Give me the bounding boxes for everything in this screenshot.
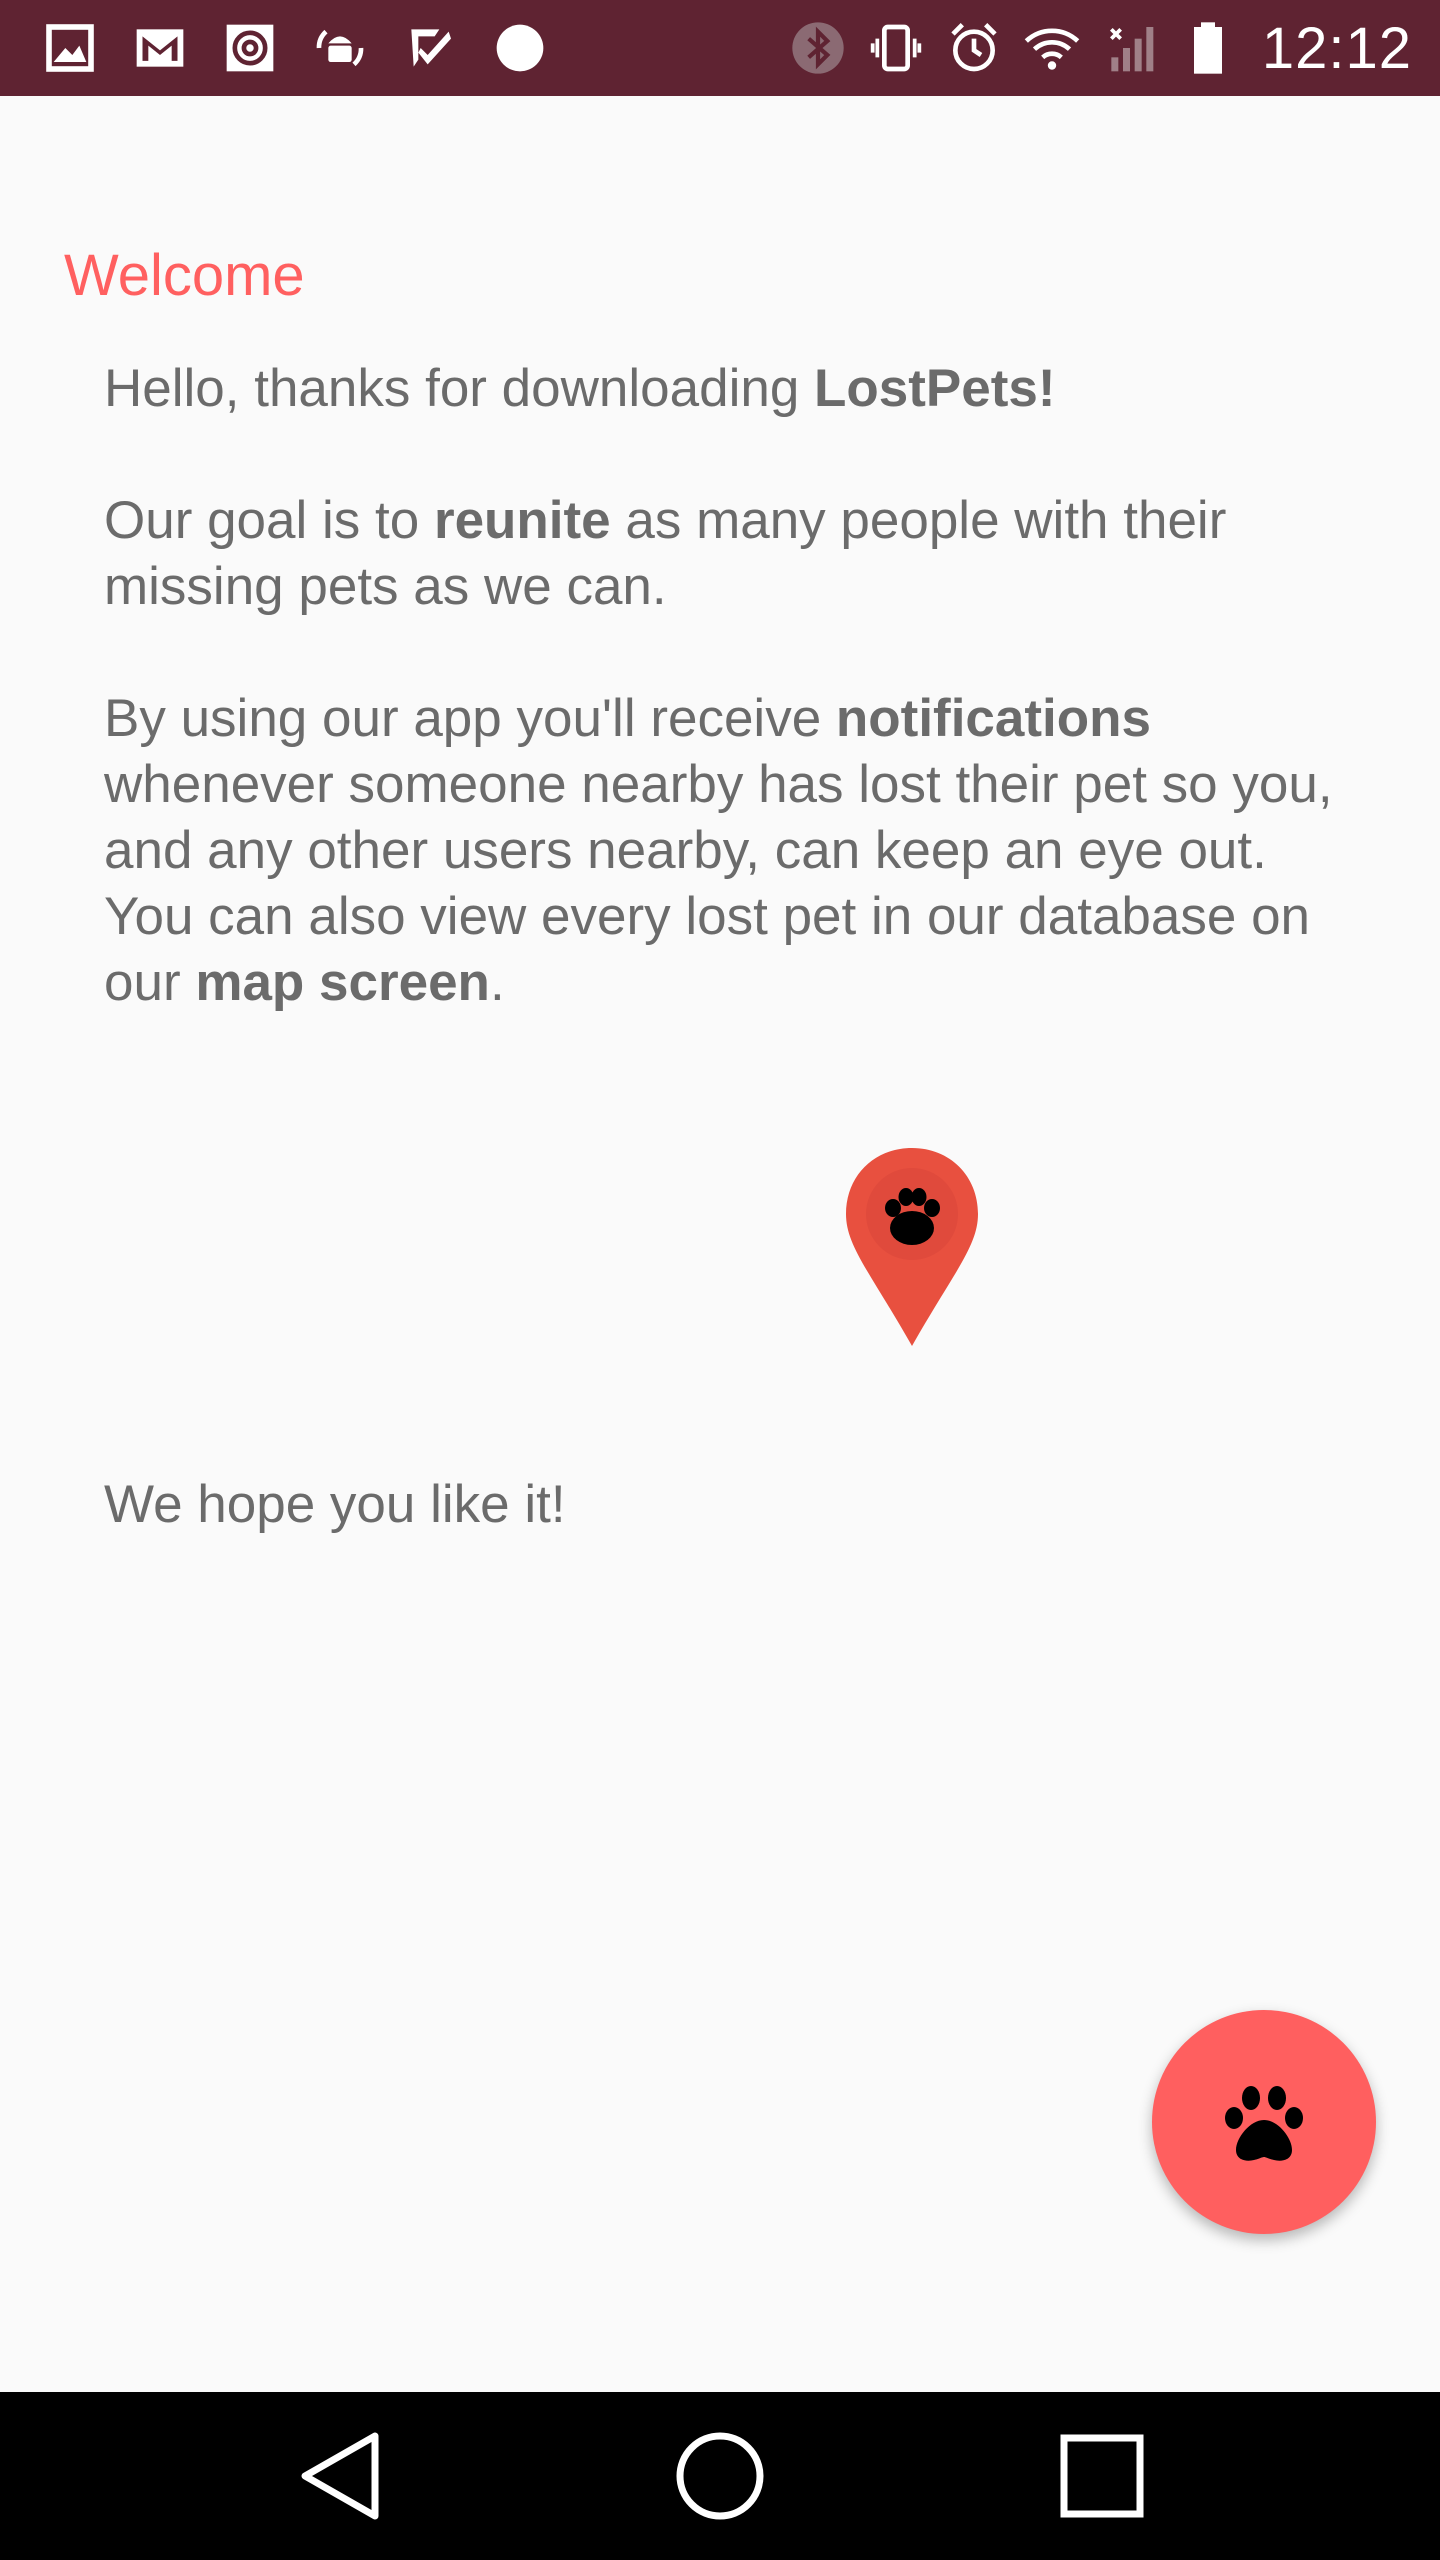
signal-icon: [1100, 18, 1160, 78]
intro-paragraph: Hello, thanks for downloading LostPets!: [104, 356, 1344, 422]
map-screen-bold: map screen: [195, 953, 490, 1012]
welcome-title: Welcome: [64, 243, 305, 308]
map-text-after: .: [489, 953, 505, 1012]
home-icon: [676, 2432, 764, 2520]
android-sync-icon: [310, 18, 370, 78]
status-clock: 12:12: [1261, 15, 1412, 81]
back-button[interactable]: [280, 2416, 400, 2536]
alarm-icon: [944, 18, 1004, 78]
gmail-icon: [130, 18, 190, 78]
features-text-after: whenever someone nearby has lost their p…: [104, 755, 1333, 880]
gallery-icon: [40, 18, 100, 78]
battery-icon: [1178, 18, 1238, 78]
circle-dot-icon: [490, 18, 550, 78]
notifications-bold: notifications: [835, 689, 1151, 748]
vibrate-icon: [866, 18, 926, 78]
check-icon: [400, 18, 460, 78]
paw-map-pin-icon: [840, 1142, 984, 1352]
back-icon: [301, 2432, 379, 2520]
closing-text: We hope you like it!: [104, 1475, 566, 1534]
bluetooth-icon: [788, 18, 848, 78]
intro-text: Hello, thanks for downloading: [104, 359, 815, 418]
paw-fab-button[interactable]: [1152, 2010, 1376, 2234]
home-button[interactable]: [660, 2416, 780, 2536]
app-name: LostPets!: [814, 359, 1056, 418]
recents-button[interactable]: [1042, 2416, 1162, 2536]
goal-paragraph: Our goal is to reunite as many people wi…: [104, 488, 1344, 620]
status-notification-icons: [40, 0, 550, 96]
features-paragraph: By using our app you'll receive notifica…: [104, 686, 1344, 1016]
goal-text-before: Our goal is to: [104, 491, 434, 550]
features-text-before: By using our app you'll receive: [104, 689, 836, 748]
paw-icon: [1225, 2086, 1303, 2161]
email-at-icon: [220, 18, 280, 78]
wifi-icon: [1022, 18, 1082, 78]
status-system-icons: 12:12: [788, 0, 1412, 96]
recents-icon: [1060, 2434, 1144, 2518]
navigation-bar: [0, 2392, 1440, 2560]
status-bar: 12:12: [0, 0, 1440, 96]
goal-bold: reunite: [433, 491, 611, 550]
